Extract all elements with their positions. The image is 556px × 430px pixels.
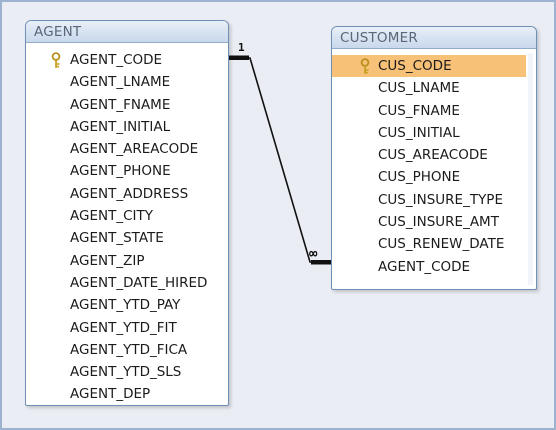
- agent-table-window[interactable]: AGENT AGENT_CODE AGENT_LNAME AGENT_FNAME AG…: [25, 20, 229, 406]
- customer-field-cus-initial[interactable]: CUS_INITIAL: [332, 122, 536, 144]
- key-icon: [50, 52, 62, 69]
- customer-field-cus-code[interactable]: CUS_CODE: [332, 55, 526, 78]
- field-label: AGENT_YTD_FICA: [70, 341, 188, 358]
- customer-field-cus-fname[interactable]: CUS_FNAME: [332, 100, 536, 122]
- agent-field-list: AGENT_CODE AGENT_LNAME AGENT_FNAME AGENT_IN…: [26, 43, 228, 405]
- agent-field-agent-city[interactable]: AGENT_CITY: [26, 205, 228, 227]
- customer-field-cus-insure-type[interactable]: CUS_INSURE_TYPE: [332, 189, 536, 211]
- field-label: AGENT_CODE: [70, 52, 163, 68]
- agent-field-agent-lname[interactable]: AGENT_LNAME: [26, 71, 228, 93]
- many-side-label: ∞: [309, 246, 318, 262]
- customer-field-cus-lname[interactable]: CUS_LNAME: [332, 77, 536, 99]
- field-label: CUS_CODE: [378, 58, 452, 74]
- field-label: CUS_AREACODE: [378, 147, 488, 164]
- customer-scrollbar[interactable]: [528, 53, 533, 285]
- customer-field-agent-code[interactable]: AGENT_CODE: [332, 256, 536, 278]
- field-label: CUS_RENEW_DATE: [378, 236, 505, 253]
- field-label: CUS_LNAME: [378, 80, 460, 97]
- field-label: AGENT_DEP: [70, 386, 151, 403]
- agent-field-agent-address[interactable]: AGENT_ADDRESS: [26, 183, 228, 205]
- customer-field-cus-phone[interactable]: CUS_PHONE: [332, 166, 536, 188]
- agent-field-agent-ytd-pay[interactable]: AGENT_YTD_PAY: [26, 294, 228, 316]
- field-label: CUS_INSURE_AMT: [378, 214, 499, 231]
- agent-field-agent-state[interactable]: AGENT_STATE: [26, 227, 228, 249]
- field-label: AGENT_ZIP: [70, 252, 145, 269]
- customer-field-list: CUS_CODE CUS_LNAME CUS_FNAME CUS_INITIAL CUS…: [332, 49, 536, 278]
- agent-field-agent-areacode[interactable]: AGENT_AREACODE: [26, 138, 228, 160]
- agent-field-agent-fname[interactable]: AGENT_FNAME: [26, 94, 228, 116]
- agent-field-agent-ytd-fica[interactable]: AGENT_YTD_FICA: [26, 339, 228, 361]
- field-label: CUS_INITIAL: [378, 124, 460, 141]
- field-label: AGENT_AREACODE: [70, 141, 199, 158]
- field-label: AGENT_LNAME: [70, 74, 171, 91]
- one-side-label: 1: [238, 41, 245, 54]
- field-label: AGENT_CODE: [378, 258, 471, 275]
- agent-field-agent-initial[interactable]: AGENT_INITIAL: [26, 116, 228, 138]
- field-label: AGENT_PHONE: [70, 163, 171, 180]
- customer-table-title[interactable]: CUSTOMER: [332, 27, 536, 49]
- agent-field-agent-date-hired[interactable]: AGENT_DATE_HIRED: [26, 272, 228, 294]
- field-label: AGENT_YTD_SLS: [70, 364, 182, 381]
- key-icon: [359, 58, 371, 75]
- field-label: CUS_PHONE: [378, 169, 461, 186]
- field-label: AGENT_FNAME: [70, 96, 171, 113]
- field-label: AGENT_YTD_PAY: [70, 297, 181, 314]
- field-label: AGENT_DATE_HIRED: [70, 274, 208, 291]
- field-label: AGENT_STATE: [70, 230, 164, 247]
- agent-field-agent-code[interactable]: AGENT_CODE: [26, 49, 228, 71]
- customer-field-cus-renew-date[interactable]: CUS_RENEW_DATE: [332, 233, 536, 255]
- customer-table-window[interactable]: CUSTOMER CUS_CODE CUS_LNAME CUS_FNAME CUS_I…: [331, 26, 537, 290]
- customer-field-cus-areacode[interactable]: CUS_AREACODE: [332, 144, 536, 166]
- field-label: CUS_FNAME: [378, 102, 460, 119]
- field-label: AGENT_ADDRESS: [70, 185, 189, 202]
- agent-field-agent-dep[interactable]: AGENT_DEP: [26, 383, 228, 405]
- field-label: AGENT_INITIAL: [70, 118, 171, 135]
- field-label: AGENT_YTD_FIT: [70, 319, 177, 336]
- agent-field-agent-phone[interactable]: AGENT_PHONE: [26, 160, 228, 182]
- agent-field-agent-ytd-sls[interactable]: AGENT_YTD_SLS: [26, 361, 228, 383]
- customer-field-cus-insure-amt[interactable]: CUS_INSURE_AMT: [332, 211, 536, 233]
- agent-field-agent-zip[interactable]: AGENT_ZIP: [26, 250, 228, 272]
- agent-field-agent-ytd-fit[interactable]: AGENT_YTD_FIT: [26, 317, 228, 339]
- field-label: AGENT_CITY: [70, 208, 153, 225]
- field-label: CUS_INSURE_TYPE: [378, 191, 503, 208]
- agent-table-title[interactable]: AGENT: [26, 21, 228, 43]
